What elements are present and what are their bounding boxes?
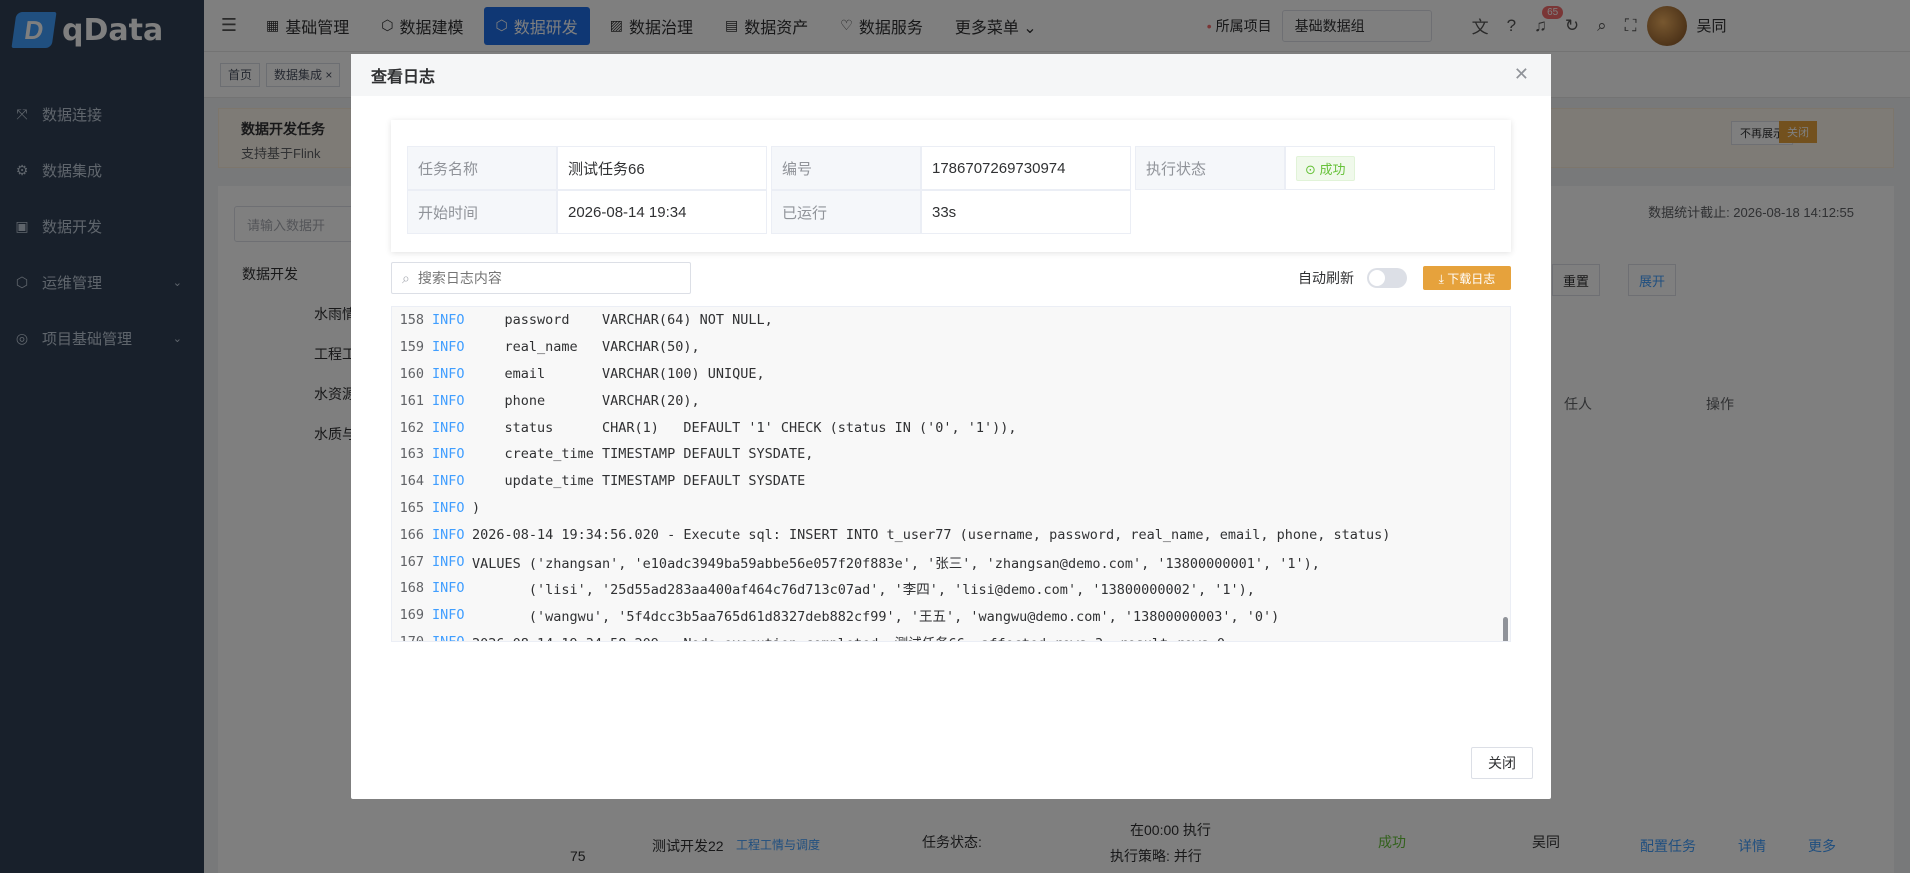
auto-refresh-toggle[interactable] (1367, 268, 1407, 288)
id-value: 1786707269730974 (921, 146, 1131, 190)
log-level: INFO (432, 365, 465, 382)
start-time-label: 开始时间 (407, 190, 557, 234)
log-line: 159 INFO real_name VARCHAR(50), (392, 334, 1510, 361)
auto-refresh-label: 自动刷新 (1298, 270, 1354, 286)
log-message: password VARCHAR(64) NOT NULL, (472, 312, 773, 329)
elapsed-value: 33s (921, 190, 1131, 234)
log-line: 166 INFO 2026-08-14 19:34:56.020 - Execute… (392, 521, 1510, 548)
log-level: INFO (432, 473, 465, 490)
task-name-label: 任务名称 (407, 146, 557, 190)
log-line-number: 159 (399, 339, 424, 356)
id-label: 编号 (771, 146, 921, 190)
log-line-number: 163 (399, 446, 424, 463)
log-line: 164 INFO update_time TIMESTAMP DEFAULT SY… (392, 468, 1510, 495)
log-level: INFO (432, 633, 465, 642)
log-level: INFO (432, 339, 465, 356)
close-icon[interactable]: ✕ (1514, 64, 1529, 85)
download-log-button[interactable]: ⤓ 下载日志 (1423, 266, 1511, 290)
log-level: INFO (432, 553, 465, 570)
dialog-header: 查看日志 ✕ (351, 54, 1551, 96)
log-message: update_time TIMESTAMP DEFAULT SYSDATE (472, 473, 806, 490)
info-row: 任务名称 测试任务66 编号 1786707269730974 执行状态 ⊙ 成… (407, 146, 1495, 190)
log-search-input[interactable] (417, 270, 668, 286)
log-level: INFO (432, 607, 465, 624)
task-info-grid: 任务名称 测试任务66 编号 1786707269730974 执行状态 ⊙ 成… (407, 146, 1495, 234)
log-level: INFO (432, 446, 465, 463)
log-level: INFO (432, 312, 465, 329)
log-message: VALUES ('zhangsan', 'e10adc3949ba59abbe5… (472, 555, 1320, 572)
log-line: 169 INFO ('wangwu', '5f4dcc3b5aa765d61d83… (392, 602, 1510, 629)
status-label: 执行状态 (1135, 146, 1285, 190)
log-message: phone VARCHAR(20), (472, 392, 700, 409)
log-line-number: 168 (399, 580, 424, 597)
log-level: INFO (432, 419, 465, 436)
log-message: 2026-08-14 19:34:58.209 - Node execution… (472, 632, 1225, 641)
log-line-number: 170 (399, 633, 424, 642)
log-message: email VARCHAR(100) UNIQUE, (472, 365, 765, 382)
elapsed-label: 已运行 (771, 190, 921, 234)
log-message: create_time TIMESTAMP DEFAULT SYSDATE, (472, 446, 814, 463)
log-line: 170 INFO 2026-08-14 19:34:58.209 - Node ex… (392, 629, 1510, 642)
status-badge: ⊙ 成功 (1296, 155, 1355, 181)
log-line: 162 INFO status CHAR(1) DEFAULT '1' CHECK… (392, 414, 1510, 441)
log-level: INFO (432, 526, 465, 543)
log-line: 168 INFO ('lisi', '25d55ad283aa400af464c7… (392, 575, 1510, 602)
log-lines: 158 INFO password VARCHAR(64) NOT NULL, 15… (392, 307, 1510, 642)
status-cell: ⊙ 成功 (1285, 146, 1495, 190)
log-line-number: 162 (399, 419, 424, 436)
log-line-number: 161 (399, 392, 424, 409)
log-message: ) (472, 499, 481, 516)
close-button[interactable]: 关闭 (1471, 747, 1533, 779)
log-line: 161 INFO phone VARCHAR(20), (392, 387, 1510, 414)
log-message: status CHAR(1) DEFAULT '1' CHECK (status… (472, 419, 1017, 436)
check-circle-icon: ⊙ (1305, 161, 1320, 177)
log-message: real_name VARCHAR(50), (472, 339, 700, 356)
start-time-value: 2026-08-14 19:34 (557, 190, 767, 234)
log-level: INFO (432, 499, 465, 516)
log-search-field[interactable]: ⌕ (391, 262, 691, 294)
log-line-number: 164 (399, 473, 424, 490)
info-row: 开始时间 2026-08-14 19:34 已运行 33s (407, 190, 1495, 234)
log-message: ('wangwu', '5f4dcc3b5aa765d61d8327deb882… (472, 609, 1280, 626)
log-line-number: 166 (399, 526, 424, 543)
log-line: 163 INFO create_time TIMESTAMP DEFAULT SY… (392, 441, 1510, 468)
log-message: ('lisi', '25d55ad283aa400af464c76d713c07… (472, 582, 1255, 599)
log-scrollbar[interactable] (1503, 617, 1508, 641)
search-icon: ⌕ (402, 269, 410, 286)
task-name-value: 测试任务66 (557, 146, 767, 190)
log-message: 2026-08-14 19:34:56.020 - Execute sql: I… (472, 526, 1391, 543)
log-line: 160 INFO email VARCHAR(100) UNIQUE, (392, 361, 1510, 388)
log-viewer[interactable]: 158 INFO password VARCHAR(64) NOT NULL, 15… (391, 306, 1511, 642)
task-info-card: 任务名称 测试任务66 编号 1786707269730974 执行状态 ⊙ 成… (391, 120, 1511, 252)
log-line: 165 INFO) (392, 495, 1510, 522)
log-line-number: 169 (399, 607, 424, 624)
log-line-number: 158 (399, 312, 424, 329)
dialog-title: 查看日志 (371, 69, 436, 86)
log-line: 158 INFO password VARCHAR(64) NOT NULL, (392, 307, 1510, 334)
log-level: INFO (432, 580, 465, 597)
status-text: 成功 (1319, 161, 1346, 177)
log-line-number: 160 (399, 365, 424, 382)
log-line: 167 INFO VALUES ('zhangsan', 'e10adc3949ba… (392, 548, 1510, 575)
log-line-number: 165 (399, 499, 424, 516)
log-line-number: 167 (399, 553, 424, 570)
log-level: INFO (432, 392, 465, 409)
view-log-dialog: 查看日志 ✕ 任务名称 测试任务66 编号 1786707269730974 执… (351, 54, 1551, 799)
